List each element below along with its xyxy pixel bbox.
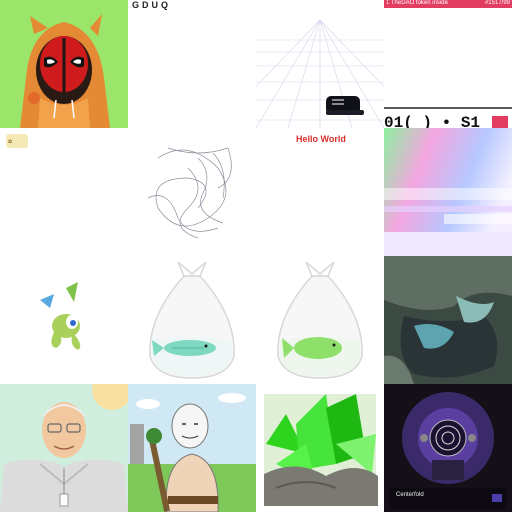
scribble-art	[147, 147, 232, 239]
fish-bag-icon	[277, 261, 363, 379]
fish-bag-icon	[149, 261, 235, 379]
crystal-art	[264, 394, 378, 506]
nft-gallery-grid: GDUQ 1 TheDAO token inside #1517/99 01(…	[0, 0, 512, 512]
tile-satellite-map[interactable]	[384, 256, 512, 384]
tile-fish-bag-green[interactable]	[256, 256, 384, 384]
tile-scribble[interactable]	[128, 128, 256, 256]
svg-text:✿: ✿	[8, 139, 12, 145]
tile-green-crystals[interactable]	[256, 384, 384, 512]
glitch-gradient-art	[384, 128, 512, 256]
satellite-map-art	[384, 256, 512, 384]
tile-hooded-mask[interactable]	[0, 0, 128, 128]
tile-gduq[interactable]: GDUQ	[128, 0, 256, 128]
tile-glitch-gradient[interactable]	[384, 128, 512, 256]
tile-wojak-staff[interactable]	[128, 384, 256, 512]
hooded-mask-art	[20, 14, 110, 128]
wojak-art	[128, 393, 256, 512]
tile-hello-world[interactable]: Hello World	[256, 128, 384, 256]
tile-celebi-small[interactable]: ✿	[0, 128, 128, 256]
old-man-portrait	[0, 384, 128, 512]
perspective-grid-art	[256, 19, 384, 128]
tile-3d-grid-shoe[interactable]	[256, 0, 384, 128]
hello-world-text: Hello World	[296, 134, 346, 144]
tile-fish-bag-blue[interactable]	[128, 256, 256, 384]
centerfold-title: Centerfold	[396, 492, 424, 498]
tile-old-man[interactable]	[0, 384, 128, 512]
tile-centerfold[interactable]: Centerfold	[384, 384, 512, 512]
tile-thedao-token[interactable]: 1 TheDAO token inside #1517/99 01( ) • S…	[384, 0, 512, 128]
thedao-code: 01( ) • S1	[384, 114, 481, 128]
celebi-art	[40, 282, 81, 350]
gduq-text: GDUQ	[132, 0, 171, 10]
tile-celebi[interactable]	[0, 256, 128, 384]
